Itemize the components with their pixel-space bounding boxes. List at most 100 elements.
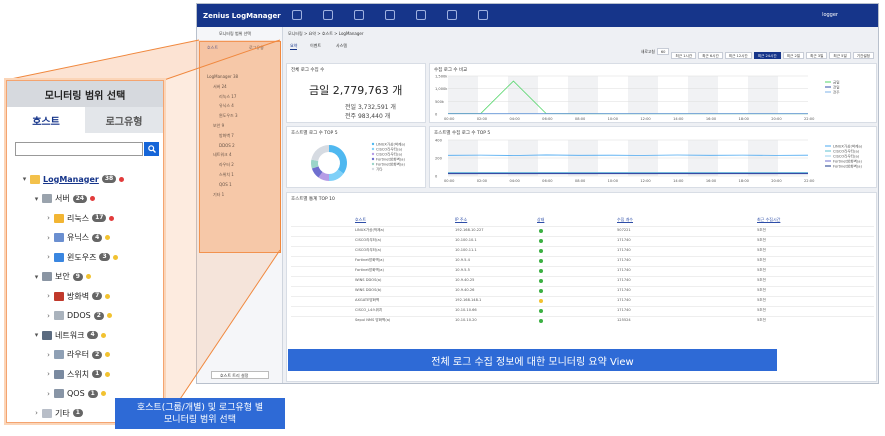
x-tick-label: 14:00 <box>673 117 684 121</box>
range-button[interactable]: 최근 6시간 <box>698 52 723 59</box>
tree-node[interactable]: › 라우터 2 <box>45 349 111 361</box>
search-icon[interactable] <box>354 10 364 20</box>
mini-tree-node[interactable]: 네트워크 4 <box>213 152 232 158</box>
row-divider <box>291 226 874 227</box>
table-cell: Fortinet방화벽(a) <box>355 258 384 262</box>
range-button[interactable]: 최근 1시간 <box>671 52 697 59</box>
tab-logtype[interactable]: 로그유형 <box>85 107 163 133</box>
range-button[interactable]: 최근 12시간 <box>724 52 752 59</box>
mini-tree-node[interactable]: 라우터 2 <box>219 162 234 168</box>
column-header[interactable]: IP 주소 <box>455 217 467 223</box>
row-divider <box>291 236 874 237</box>
chevron-icon[interactable]: › <box>45 234 52 242</box>
mini-tree-node[interactable]: 리눅스 17 <box>219 94 236 100</box>
table-cell: 5초전 <box>757 308 766 312</box>
mini-tree-node[interactable]: 기타 1 <box>213 192 224 198</box>
chevron-icon[interactable]: › <box>45 292 52 300</box>
tree-node[interactable]: › 스위치 1 <box>45 368 111 380</box>
column-header[interactable]: 최근 수집시간 <box>757 217 780 223</box>
tree-node[interactable]: › 방화벽 7 <box>45 290 111 302</box>
dashboard-window: Zenius LogManager logger 모니터링 범위 선택 호스트 … <box>196 3 879 384</box>
tab-event[interactable]: 이벤트 <box>310 43 321 49</box>
today-count: 금일 2,779,763 개 <box>309 84 403 97</box>
mini-tree-node[interactable]: 스위치 1 <box>219 172 234 178</box>
status-dot <box>105 293 111 299</box>
range-button[interactable]: 최근 3일 <box>806 52 828 59</box>
alert-icon[interactable] <box>385 10 395 20</box>
tree-search-button[interactable] <box>144 142 159 156</box>
network-group-icon <box>42 330 52 340</box>
mini-tree-node[interactable]: QOS 1 <box>219 182 232 187</box>
range-button[interactable]: 최근 2일 <box>782 52 805 59</box>
x-tick-label: 18:00 <box>739 179 750 183</box>
chevron-icon[interactable]: › <box>45 214 52 222</box>
column-header[interactable]: 수집 개수 <box>617 217 633 223</box>
tree-node[interactable]: › 기타 1 <box>33 407 83 419</box>
tree-node[interactable]: › 유닉스 4 <box>45 232 111 244</box>
chevron-icon[interactable]: › <box>45 312 52 320</box>
chevron-icon[interactable]: ▾ <box>33 331 40 339</box>
table-cell: Fortinet방화벽(a) <box>355 268 384 272</box>
tab-summary[interactable]: 요약 <box>290 43 298 50</box>
x-tick-label: 12:00 <box>640 179 651 183</box>
range-button[interactable]: 최근 5일 <box>829 52 851 59</box>
table-cell: WINS DDOS(a) <box>355 278 382 282</box>
ddos-icon <box>54 311 64 320</box>
tree-node[interactable]: › QOS 1 <box>45 388 106 400</box>
chevron-icon[interactable]: › <box>45 351 52 359</box>
column-header[interactable]: 호스트 <box>355 217 366 223</box>
chevron-icon[interactable]: › <box>45 370 52 378</box>
chevron-icon[interactable]: › <box>45 253 52 261</box>
x-tick-label: 20:00 <box>771 179 782 183</box>
chevron-icon[interactable]: ▾ <box>33 195 40 203</box>
mini-tree-settings-button[interactable]: 호스트 트리 설정 <box>211 371 269 379</box>
tree-node[interactable]: › 윈도우즈 3 <box>45 251 118 263</box>
x-tick-label: 16:00 <box>706 117 717 121</box>
tree-node[interactable]: ▾ 네트워크 4 <box>33 329 106 341</box>
x-tick-label: 00:00 <box>444 179 455 183</box>
table-cell: 125524 <box>617 318 631 322</box>
tab-host[interactable]: 호스트 <box>7 107 85 133</box>
mini-tree-node[interactable]: 서버 24 <box>213 84 227 90</box>
monitor-icon[interactable] <box>292 10 302 20</box>
user-menu[interactable]: logger <box>822 12 838 18</box>
band <box>748 76 778 114</box>
legend-swatch <box>371 167 375 171</box>
legend-swatch <box>371 162 375 166</box>
mini-tree-node[interactable]: 윈도우즈 3 <box>219 113 238 119</box>
top5-pie-chart: LINUX가상(박제a)CISCO라우터(a)CISCO라우터(a)Fortin… <box>311 141 406 181</box>
tree-node[interactable]: ▾ LogManager 38 <box>21 173 125 185</box>
count-badge: 17 <box>92 214 107 222</box>
report-icon[interactable] <box>447 10 457 20</box>
tree-node[interactable]: ▾ 서버 24 <box>33 193 96 205</box>
tree-node[interactable]: › 리눅스 17 <box>45 212 115 224</box>
x-tick-label: 08:00 <box>575 117 586 121</box>
chart-icon[interactable] <box>323 10 333 20</box>
tree-node[interactable]: › DDOS 2 <box>45 310 112 322</box>
chevron-icon[interactable]: ▾ <box>21 175 28 183</box>
scope-callout-text: 호스트(그룹/개별) 및 로그유형 별 모니터링 범위 선택 <box>136 402 264 425</box>
gear-icon[interactable] <box>478 10 488 20</box>
mini-tree-node[interactable]: DDOS 2 <box>219 143 235 148</box>
mini-tab-host[interactable]: 호스트 <box>207 45 218 51</box>
copy-icon[interactable] <box>416 10 426 20</box>
chevron-icon[interactable]: › <box>45 390 52 398</box>
range-button[interactable]: 기간설정 <box>852 52 874 59</box>
column-header[interactable]: 상태 <box>537 217 544 223</box>
mini-tree-node[interactable]: 방화벽 7 <box>219 133 234 139</box>
mini-tree-node[interactable]: LogManager 38 <box>207 74 238 79</box>
refresh-select[interactable]: 60 <box>656 48 670 55</box>
tab-system[interactable]: 사스템 <box>336 43 347 49</box>
legend-label: 기타 <box>376 166 383 171</box>
mini-tree-node[interactable]: 유닉스 4 <box>219 103 234 109</box>
status-dot <box>112 254 118 260</box>
band <box>688 76 718 114</box>
chevron-icon[interactable]: › <box>33 409 40 417</box>
legend-label: Fortinet방화벽(a) <box>376 156 405 161</box>
tree-search-input[interactable] <box>15 142 143 156</box>
tree-node[interactable]: ▾ 보안 9 <box>33 271 91 283</box>
mini-tab-logtype[interactable]: 로그유형 <box>249 45 264 51</box>
chevron-icon[interactable]: ▾ <box>33 273 40 281</box>
range-button[interactable]: 최근 24시간 <box>753 52 781 59</box>
mini-tree-node[interactable]: 보안 9 <box>213 123 224 129</box>
